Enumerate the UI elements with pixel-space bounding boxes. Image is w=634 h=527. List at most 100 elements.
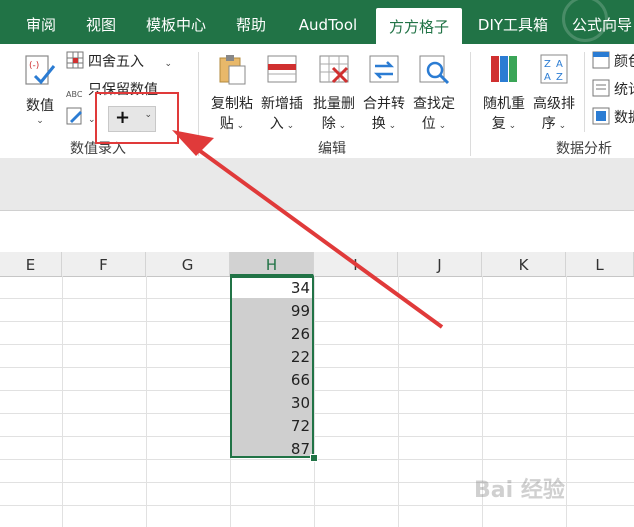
group-separator — [198, 52, 199, 156]
color-label: 颜色 — [614, 54, 634, 70]
grid-line — [146, 276, 147, 527]
merge-convert-button[interactable]: 合并转 换 ⌄ — [360, 52, 408, 136]
delete-table-icon — [319, 55, 349, 84]
cell-h[interactable]: 87 — [232, 438, 310, 461]
column-header-l[interactable]: L — [566, 252, 634, 276]
svg-text:A: A — [544, 72, 551, 83]
copy-paste-button[interactable]: 复制粘 贴 ⌄ — [208, 52, 256, 136]
edit-pen-button[interactable]: ⌄ — [66, 106, 96, 130]
ribbon-panel: (-) 数值 ⌄ 四舍五入 ⌄ ABC 只保留数值 ⌄ + ⌄ 数值录入 复制粘… — [0, 44, 634, 159]
svg-text:Z: Z — [556, 72, 563, 83]
abc-icon: ABC — [66, 90, 83, 99]
chevron-down-icon: ⌄ — [36, 116, 44, 126]
advanced-sort-label-2: 序 ⌄ — [541, 116, 567, 132]
chevron-down-icon: ⌄ — [164, 59, 172, 69]
plus-operator-button[interactable]: + ⌄ — [108, 106, 156, 132]
data-button[interactable]: 数据 — [592, 106, 634, 130]
cell-h[interactable]: 34 — [232, 277, 310, 300]
svg-text:(-): (-) — [29, 61, 39, 71]
grid-line — [0, 298, 634, 299]
column-header-i[interactable]: I — [314, 252, 398, 276]
random-repeat-button[interactable]: 随机重 复 ⌄ — [480, 52, 528, 136]
convert-arrows-icon — [369, 55, 399, 83]
find-locate-label-1: 查找定 — [413, 96, 455, 112]
plus-icon: + — [115, 107, 131, 128]
cell-h[interactable]: 26 — [232, 323, 310, 346]
color-button[interactable]: 颜色 — [592, 50, 634, 74]
find-locate-label-2: 位 ⌄ — [421, 116, 447, 132]
cell-h[interactable]: 99 — [232, 300, 310, 323]
stat-label: 统计 — [614, 82, 634, 98]
column-header-g[interactable]: G — [146, 252, 230, 276]
grid-line — [566, 276, 567, 527]
group-separator — [584, 52, 585, 132]
keep-value-label: 只保留数值 — [88, 82, 158, 98]
find-locate-button[interactable]: 查找定 位 ⌄ — [410, 52, 458, 136]
chevron-down-icon: ⌄ — [88, 115, 96, 125]
tab-review[interactable]: 审阅 — [16, 0, 66, 44]
chevron-down-icon[interactable]: ⌄ — [144, 110, 152, 120]
round-button[interactable]: 四舍五入 ⌄ — [66, 50, 172, 74]
numeric-icon: (-) — [25, 55, 56, 85]
group-label-edit: 编辑 — [318, 141, 346, 157]
column-header-h[interactable]: H — [230, 252, 314, 276]
clipboard-icon — [219, 55, 246, 85]
tab-view[interactable]: 视图 — [76, 0, 126, 44]
ribbon-tab-bar: 审阅 视图 模板中心 帮助 AudTool 方方格子 DIY工具箱 公式向导 — [0, 0, 634, 44]
fill-handle[interactable] — [310, 454, 318, 462]
group-label-numeric-entry: 数值录入 — [70, 141, 126, 157]
random-repeat-label-1: 随机重 — [483, 96, 525, 112]
column-header-f[interactable]: F — [62, 252, 146, 276]
tab-formula-wizard[interactable]: 公式向导 — [572, 0, 634, 44]
advanced-sort-label-1: 高级排 — [533, 96, 575, 112]
batch-delete-button[interactable]: 批量删 除 ⌄ — [310, 52, 358, 136]
svg-text:Z: Z — [544, 59, 551, 70]
insert-new-label-1: 新增插 — [261, 96, 303, 112]
grid-table-icon — [66, 51, 84, 69]
batch-delete-label-2: 除 ⌄ — [321, 116, 347, 132]
merge-convert-label-2: 换 ⌄ — [371, 116, 397, 132]
column-header-row: E F G H I J K L — [0, 252, 634, 277]
grid-line — [0, 321, 634, 322]
tab-help[interactable]: 帮助 — [226, 0, 276, 44]
formula-input-row[interactable] — [0, 210, 634, 253]
grid-line — [0, 436, 634, 437]
numeric-label: 数值 — [26, 98, 54, 114]
color-table-icon — [592, 51, 610, 69]
grid-line — [0, 390, 634, 391]
magnifier-icon — [419, 55, 450, 85]
grid-line — [0, 367, 634, 368]
grid-line — [314, 276, 315, 527]
formula-bar[interactable] — [0, 158, 634, 210]
group-separator — [470, 52, 471, 156]
merge-convert-label-1: 合并转 — [363, 96, 405, 112]
tab-audtool[interactable]: AudTool — [290, 0, 366, 44]
data-table-icon — [592, 107, 610, 125]
grid-line — [0, 413, 634, 414]
cell-h[interactable]: 72 — [232, 415, 310, 438]
keep-value-button[interactable]: ABC 只保留数值 — [66, 78, 158, 102]
cell-h[interactable]: 22 — [232, 346, 310, 369]
grid-line — [0, 344, 634, 345]
insert-row-icon — [267, 55, 297, 83]
sort-az-icon: Z A A Z — [540, 54, 568, 84]
tab-diy-toolbox[interactable]: DIY工具箱 — [470, 0, 556, 44]
cell-h[interactable]: 30 — [232, 392, 310, 415]
stat-table-icon — [592, 79, 610, 97]
column-header-e[interactable]: E — [0, 252, 62, 276]
round-label: 四舍五入 — [88, 54, 144, 70]
copy-paste-label-2: 贴 ⌄ — [219, 116, 245, 132]
tab-template-center[interactable]: 模板中心 — [136, 0, 216, 44]
insert-new-button[interactable]: 新增插 入 ⌄ — [258, 52, 306, 136]
column-header-k[interactable]: K — [482, 252, 566, 276]
advanced-sort-button[interactable]: Z A A Z 高级排 序 ⌄ — [530, 52, 578, 136]
copy-paste-label-1: 复制粘 — [211, 96, 253, 112]
tab-fangfang-gezi[interactable]: 方方格子 — [376, 8, 462, 44]
stat-button[interactable]: 统计 — [592, 78, 634, 102]
cell-h[interactable]: 66 — [232, 369, 310, 392]
grid-line — [0, 505, 634, 506]
color-columns-icon — [491, 56, 517, 82]
pen-edit-icon — [66, 107, 82, 125]
column-header-j[interactable]: J — [398, 252, 482, 276]
numeric-button[interactable]: (-) 数值 ⌄ — [16, 54, 64, 126]
